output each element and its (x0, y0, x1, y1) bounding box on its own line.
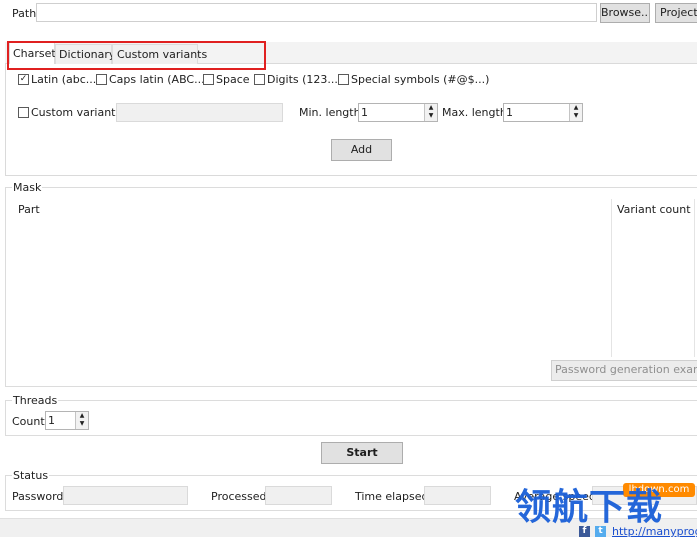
status-title: Status (12, 469, 50, 482)
min-length-value: 1 (361, 106, 368, 119)
digits-label: Digits (123...) (267, 73, 343, 86)
max-length-value: 1 (506, 106, 513, 119)
space-checkbox[interactable] (203, 74, 214, 85)
time-elapsed-label: Time elapsed (355, 490, 429, 503)
start-button[interactable]: Start (321, 442, 403, 464)
path-input[interactable] (36, 3, 597, 22)
password-example-button[interactable]: Password generation example (551, 360, 697, 381)
path-label: Path (12, 7, 37, 20)
space-label: Space (216, 73, 250, 86)
processed-label: Processed (211, 490, 267, 503)
custom-variants-input[interactable] (116, 103, 283, 122)
min-length-label: Min. length (299, 106, 361, 119)
processed-field (265, 486, 332, 505)
password-status-field (63, 486, 188, 505)
password-status-label: Password (12, 490, 64, 503)
mask-col-divider (611, 199, 612, 357)
add-button[interactable]: Add (331, 139, 392, 161)
threads-count-value: 1 (48, 414, 55, 427)
threads-count-stepper[interactable]: 1 ▲ ▼ (45, 411, 89, 430)
min-length-stepper[interactable]: 1 ▲ ▼ (358, 103, 438, 122)
mask-list[interactable] (10, 197, 697, 357)
project-button[interactable]: Project (655, 3, 697, 23)
min-length-arrows[interactable]: ▲ ▼ (424, 104, 437, 121)
max-length-arrows[interactable]: ▲ ▼ (569, 104, 582, 121)
caps-latin-label: Caps latin (ABC...) (109, 73, 209, 86)
threads-title: Threads (12, 394, 59, 407)
special-symbols-label: Special symbols (#@$...) (351, 73, 490, 86)
latin-checkbox[interactable]: ✓ (18, 74, 29, 85)
max-length-stepper[interactable]: 1 ▲ ▼ (503, 103, 583, 122)
mask-col-variant-count: Variant count (617, 203, 691, 216)
browse-button[interactable]: Browse... (600, 3, 650, 23)
latin-label: Latin (abc...) (31, 73, 101, 86)
threads-count-label: Count (12, 415, 45, 428)
digits-checkbox[interactable] (254, 74, 265, 85)
mask-title: Mask (12, 181, 43, 194)
special-symbols-checkbox[interactable] (338, 74, 349, 85)
threads-group (5, 400, 697, 436)
custom-variants-checkbox[interactable] (18, 107, 29, 118)
custom-variants-label: Custom variants (31, 106, 122, 119)
time-elapsed-field (424, 486, 491, 505)
caps-latin-checkbox[interactable] (96, 74, 107, 85)
mask-col-divider-right (694, 199, 695, 357)
threads-count-arrows[interactable]: ▲ ▼ (75, 412, 88, 429)
max-length-label: Max. length (442, 106, 507, 119)
watermark-text: 领航下载 (515, 487, 664, 528)
mask-col-part: Part (18, 203, 40, 216)
